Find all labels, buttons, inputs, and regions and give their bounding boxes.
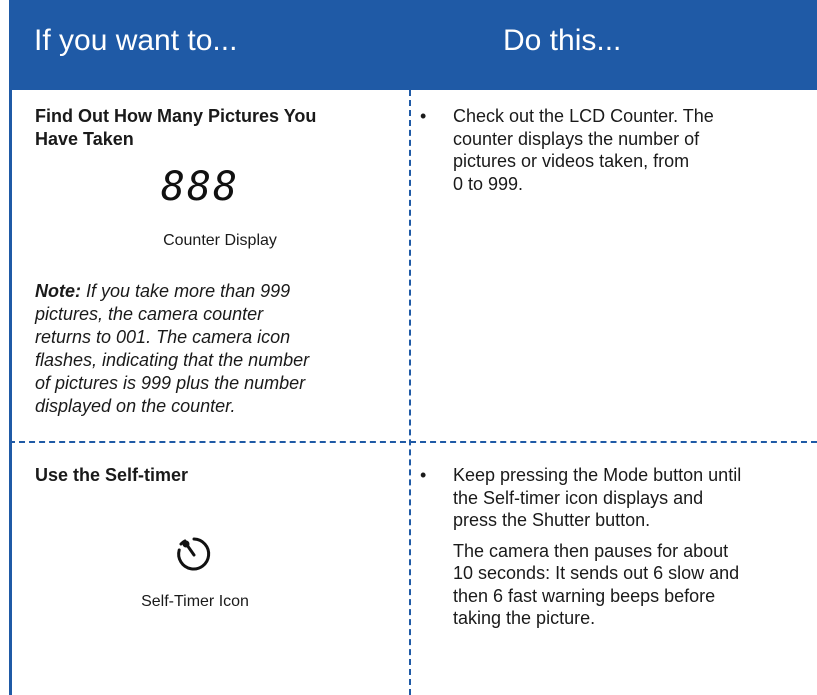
row2-extra-line-1: The camera then pauses for about <box>453 540 729 561</box>
row2-extra-line-4: taking the picture. <box>453 608 596 628</box>
row1-heading-line2: Have Taken <box>35 129 134 149</box>
row2-bullet-line-2: the Self-timer icon displays and <box>453 487 704 508</box>
row1-bullet-line-2: counter displays the number of <box>453 128 700 149</box>
counter-display-caption: Counter Display <box>163 232 277 249</box>
bullet-dot: • <box>420 106 427 126</box>
self-timer-icon <box>177 537 211 571</box>
row2-extra-line-3: then 6 fast warning beeps before <box>453 585 716 606</box>
row1-bullet-line-4: 0 to 999. <box>453 173 524 194</box>
note-line-2: pictures, the camera counter <box>35 304 264 324</box>
column-divider <box>409 90 411 695</box>
self-timer-caption: Self-Timer Icon <box>141 593 249 610</box>
note-line-4: flashes, indicating that the number <box>35 350 310 370</box>
row1-bullet-text: Check out the LCD Counter. The counter d… <box>453 105 714 195</box>
header-right-title: Do this... <box>503 24 622 57</box>
note-line-1: If you take more than 999 <box>86 281 291 301</box>
note-label: Note: <box>35 281 81 301</box>
row1-bullet-line-3: pictures or videos taken, from <box>453 151 690 171</box>
row2-bullet-text: Keep pressing the Mode button until the … <box>453 464 741 630</box>
row1-note: Note: If you take more than 999 pictures… <box>35 280 355 418</box>
counter-display-digits: 888 <box>160 164 240 210</box>
row2-bullet-line-3: press the Shutter button. <box>453 510 651 530</box>
row1-bullet-line-1: Check out the LCD Counter. The <box>453 106 714 126</box>
row1-heading: Find Out How Many Pictures You Have Take… <box>35 105 375 151</box>
header-left-title: If you want to... <box>34 24 238 57</box>
table-header: If you want to... Do this... <box>9 0 817 90</box>
row2-heading: Use the Self-timer <box>35 465 189 485</box>
left-border <box>9 90 12 695</box>
row-divider <box>9 441 817 443</box>
row1-instruction: • Check out the LCD Counter. The counter… <box>420 105 800 205</box>
row2-bullet-line-1: Keep pressing the Mode button until <box>453 465 742 485</box>
note-line-3: returns to 001. The camera icon <box>35 327 291 347</box>
row2-instruction: • Keep pressing the Mode button until th… <box>420 464 805 664</box>
note-line-6: displayed on the counter. <box>35 396 236 416</box>
note-line-5: of pictures is 999 plus the number <box>35 373 306 393</box>
instruction-table: If you want to... Do this... Find Out Ho… <box>0 0 817 695</box>
row1-heading-line1: Find Out How Many Pictures You <box>35 106 317 126</box>
bullet-dot: • <box>420 465 427 485</box>
row2-extra-line-2: 10 seconds: It sends out 6 slow and <box>453 563 740 583</box>
